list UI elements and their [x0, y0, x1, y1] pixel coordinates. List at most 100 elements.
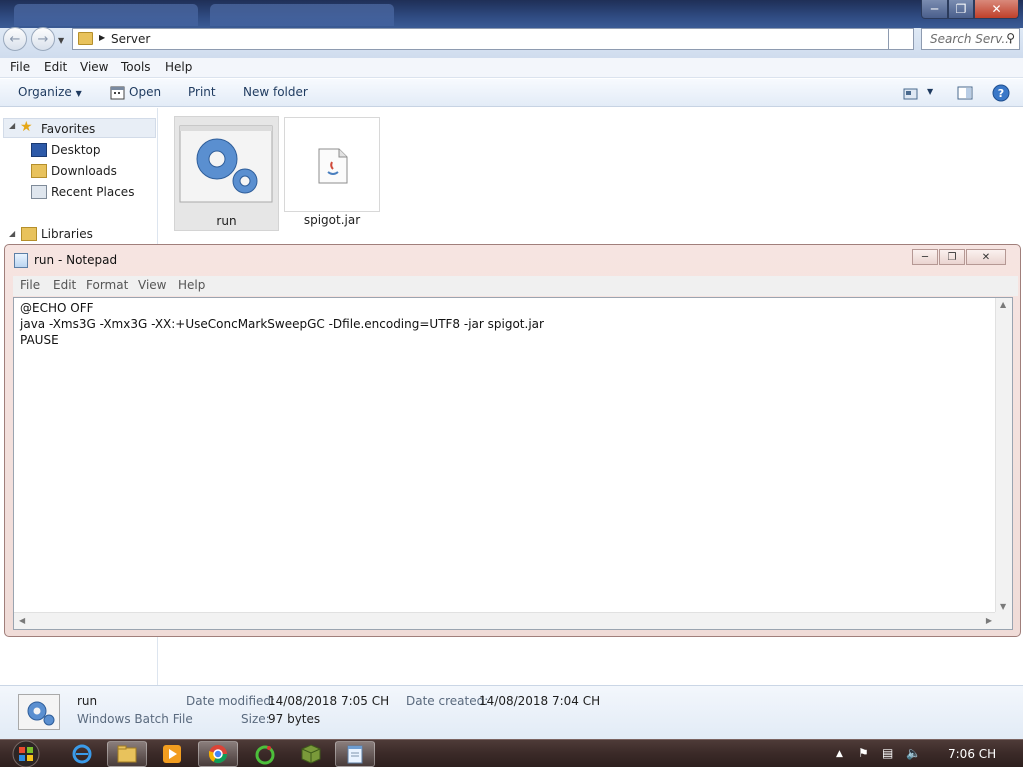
- notepad-text-area[interactable]: @ECHO OFF java -Xms3G -Xmx3G -XX:+UseCon…: [13, 297, 1013, 630]
- explorer-menu-bar: File Edit View Tools Help: [0, 58, 1023, 78]
- notepad-menu-help[interactable]: Help: [178, 278, 205, 292]
- details-created-label: Date created:: [406, 694, 489, 708]
- back-arrow-icon: ←: [9, 31, 21, 47]
- favorites-expand-icon[interactable]: ◢: [9, 121, 15, 130]
- notepad-title: run - Notepad: [34, 253, 118, 267]
- search-icon[interactable]: ⚲: [1006, 31, 1015, 45]
- file-tile-spigot[interactable]: [284, 117, 380, 212]
- libraries-icon: [21, 227, 37, 241]
- file-tile-run[interactable]: run: [174, 116, 279, 231]
- batch-gears-icon-small: [27, 701, 55, 726]
- search-placeholder: Search Serv...: [930, 32, 1013, 46]
- menu-file[interactable]: File: [10, 60, 30, 74]
- file-explorer-icon: [117, 745, 137, 763]
- libraries-expand-icon[interactable]: ◢: [9, 229, 15, 238]
- show-hidden-icons-icon[interactable]: ▲: [836, 749, 843, 759]
- resize-grip[interactable]: [995, 612, 1012, 629]
- address-row: ← → ▼ ▶ Server Search Serv... ⚲: [0, 27, 1023, 58]
- scroll-down-icon[interactable]: ▼: [1000, 602, 1006, 611]
- star-icon: ★: [20, 119, 33, 135]
- notepad-menu-view[interactable]: View: [138, 278, 166, 292]
- desktop-icon: [31, 143, 47, 157]
- notepad-icon: [14, 253, 28, 268]
- volume-icon[interactable]: 🔈: [906, 746, 921, 760]
- new-folder-button[interactable]: New folder: [243, 85, 308, 99]
- action-center-flag-icon[interactable]: ⚑: [858, 746, 869, 760]
- notepad-window: run - Notepad ─ ❐ ✕ File Edit Format Vie…: [4, 244, 1021, 637]
- taskbar-internet-explorer[interactable]: [62, 741, 102, 767]
- details-size-value: 97 bytes: [268, 712, 321, 726]
- notepad-minimize-button[interactable]: ─: [912, 249, 938, 265]
- batch-gears-icon: [179, 125, 273, 203]
- folder-icon: [78, 32, 93, 45]
- minecraft-icon: [301, 744, 321, 764]
- taskbar-media-player[interactable]: [152, 741, 192, 767]
- explorer-title-bar: ─ ❐ ✕: [0, 0, 1023, 28]
- command-bar: Organize ▼ Open Print New folder ▼ ?: [0, 79, 1023, 107]
- network-icon[interactable]: ▤: [882, 746, 893, 760]
- scroll-up-icon[interactable]: ▲: [1000, 300, 1006, 309]
- refresh-button[interactable]: [889, 28, 914, 50]
- breadcrumb-server[interactable]: Server: [111, 32, 150, 46]
- notepad-menu-file[interactable]: File: [20, 278, 40, 292]
- scroll-left-icon[interactable]: ◀: [19, 616, 25, 625]
- taskbar-chrome[interactable]: [198, 741, 238, 767]
- java-jar-icon: [318, 148, 348, 184]
- notepad-close-button[interactable]: ✕: [966, 249, 1006, 265]
- menu-tools[interactable]: Tools: [121, 60, 151, 74]
- windows-start-icon[interactable]: [8, 740, 44, 767]
- nav-desktop[interactable]: Desktop: [51, 143, 101, 157]
- back-button[interactable]: ←: [3, 27, 27, 51]
- file-name-run: run: [216, 214, 237, 228]
- minimize-button[interactable]: ─: [921, 0, 948, 19]
- change-view-icon[interactable]: [903, 86, 919, 102]
- taskbar-ccleaner[interactable]: [245, 741, 285, 767]
- notepad-menu-edit[interactable]: Edit: [53, 278, 76, 292]
- preview-pane-icon[interactable]: [957, 85, 973, 101]
- chrome-icon: [209, 745, 227, 764]
- menu-edit[interactable]: Edit: [44, 60, 67, 74]
- nav-favorites[interactable]: Favorites: [41, 122, 95, 136]
- ccleaner-icon: [255, 745, 275, 765]
- forward-button[interactable]: →: [31, 27, 55, 51]
- details-created-value: 14/08/2018 7:04 CH: [479, 694, 601, 708]
- taskbar: ▲ ⚑ ▤ 🔈 7:06 CH: [0, 739, 1023, 767]
- clock[interactable]: 7:06 CH: [948, 747, 996, 761]
- close-button[interactable]: ✕: [974, 0, 1019, 19]
- organize-label: Organize: [18, 85, 72, 99]
- help-icon[interactable]: ?: [992, 84, 1010, 102]
- address-bar[interactable]: ▶ Server: [72, 28, 889, 50]
- recent-pages-dropdown-icon[interactable]: ▼: [58, 36, 64, 45]
- notepad-maximize-button[interactable]: ❐: [939, 249, 965, 265]
- taskbar-file-explorer[interactable]: [107, 741, 147, 767]
- taskbar-minecraft[interactable]: [291, 741, 331, 767]
- nav-libraries[interactable]: Libraries: [41, 227, 93, 241]
- details-modified-label: Date modified:: [186, 694, 276, 708]
- menu-help[interactable]: Help: [165, 60, 192, 74]
- organize-button[interactable]: Organize ▼: [18, 85, 82, 99]
- forward-arrow-icon: →: [37, 31, 49, 47]
- print-button[interactable]: Print: [188, 85, 216, 99]
- nav-downloads[interactable]: Downloads: [51, 164, 117, 178]
- scroll-right-icon[interactable]: ▶: [986, 616, 992, 625]
- nav-recent-places[interactable]: Recent Places: [51, 185, 134, 199]
- chevron-down-icon: ▼: [75, 89, 82, 98]
- view-options-dropdown-icon[interactable]: ▼: [927, 87, 933, 96]
- text-line-1: @ECHO OFF: [20, 301, 94, 315]
- vertical-scrollbar[interactable]: ▲ ▼: [995, 298, 1012, 613]
- notepad-menu-bar: File Edit Format View Help: [13, 276, 1018, 296]
- details-file-icon: [18, 694, 60, 730]
- details-pane: run Windows Batch File Date modified: 14…: [0, 685, 1023, 739]
- details-modified-value: 14/08/2018 7:05 CH: [268, 694, 390, 708]
- breadcrumb-arrow-icon[interactable]: ▶: [99, 33, 105, 42]
- maximize-button[interactable]: ❐: [948, 0, 974, 19]
- details-size-label: Size:: [241, 712, 270, 726]
- horizontal-scrollbar[interactable]: ◀ ▶: [14, 612, 997, 629]
- background-tab-other: [210, 4, 394, 26]
- open-button[interactable]: Open: [129, 85, 161, 99]
- taskbar-notepad[interactable]: [335, 741, 375, 767]
- search-input[interactable]: Search Serv... ⚲: [921, 28, 1020, 50]
- background-tab-facebook: [14, 4, 198, 26]
- menu-view[interactable]: View: [80, 60, 108, 74]
- notepad-menu-format[interactable]: Format: [86, 278, 128, 292]
